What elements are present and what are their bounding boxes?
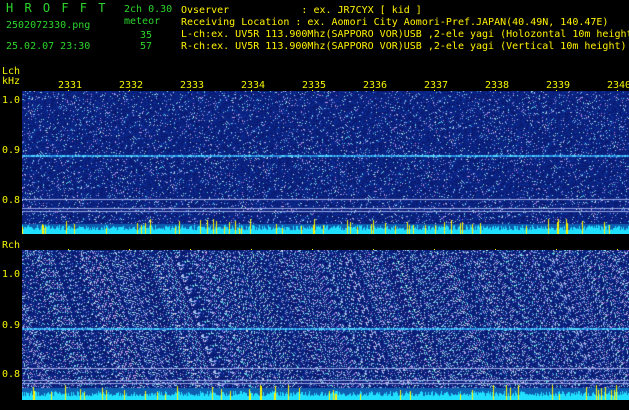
rch-tick-1: 1.0	[2, 269, 21, 280]
channel-info: 2ch 0.30	[124, 4, 173, 15]
lch-tick-1: 1.0	[2, 95, 21, 106]
time-tick: 2340	[607, 80, 629, 91]
lch-tick-2: 0.9	[2, 145, 21, 156]
lch-line: L-ch:ex. UV5R 113.900Mhz(SAPPORO VOR)USB…	[181, 29, 629, 40]
rch-tick-3: 0.8	[2, 369, 21, 380]
time-tick: 2336	[363, 80, 388, 91]
rch-count: 57	[140, 41, 153, 52]
app-name: H R O F F T	[6, 1, 108, 15]
time-tick: 2331	[58, 80, 83, 91]
observer-line: Ovserver : ex. JR7CYX [ kid ]	[181, 5, 422, 16]
datetime: 25.02.07 23:30	[6, 41, 91, 52]
rch-spectrogram	[22, 250, 629, 400]
time-tick: 2334	[241, 80, 266, 91]
lch-tick-3: 0.8	[2, 195, 21, 206]
lch-spectrogram	[22, 91, 629, 234]
time-tick: 2335	[302, 80, 327, 91]
lch-unit: kHz	[2, 76, 21, 87]
time-tick: 2332	[119, 80, 144, 91]
time-tick: 2338	[485, 80, 510, 91]
time-tick: 2339	[546, 80, 571, 91]
meteor-label: meteor	[124, 16, 161, 27]
filename: 2502072330.png	[6, 20, 91, 31]
time-tick: 2337	[424, 80, 449, 91]
time-tick: 2333	[180, 80, 205, 91]
rch-label: Rch	[2, 240, 21, 251]
location-line: Receiving Location : ex. Aomori City Aom…	[181, 17, 609, 28]
rch-tick-2: 0.9	[2, 320, 21, 331]
rch-line: R-ch:ex. UV5R 113.900Mhz(SAPPORO VOR)USB…	[181, 41, 627, 52]
